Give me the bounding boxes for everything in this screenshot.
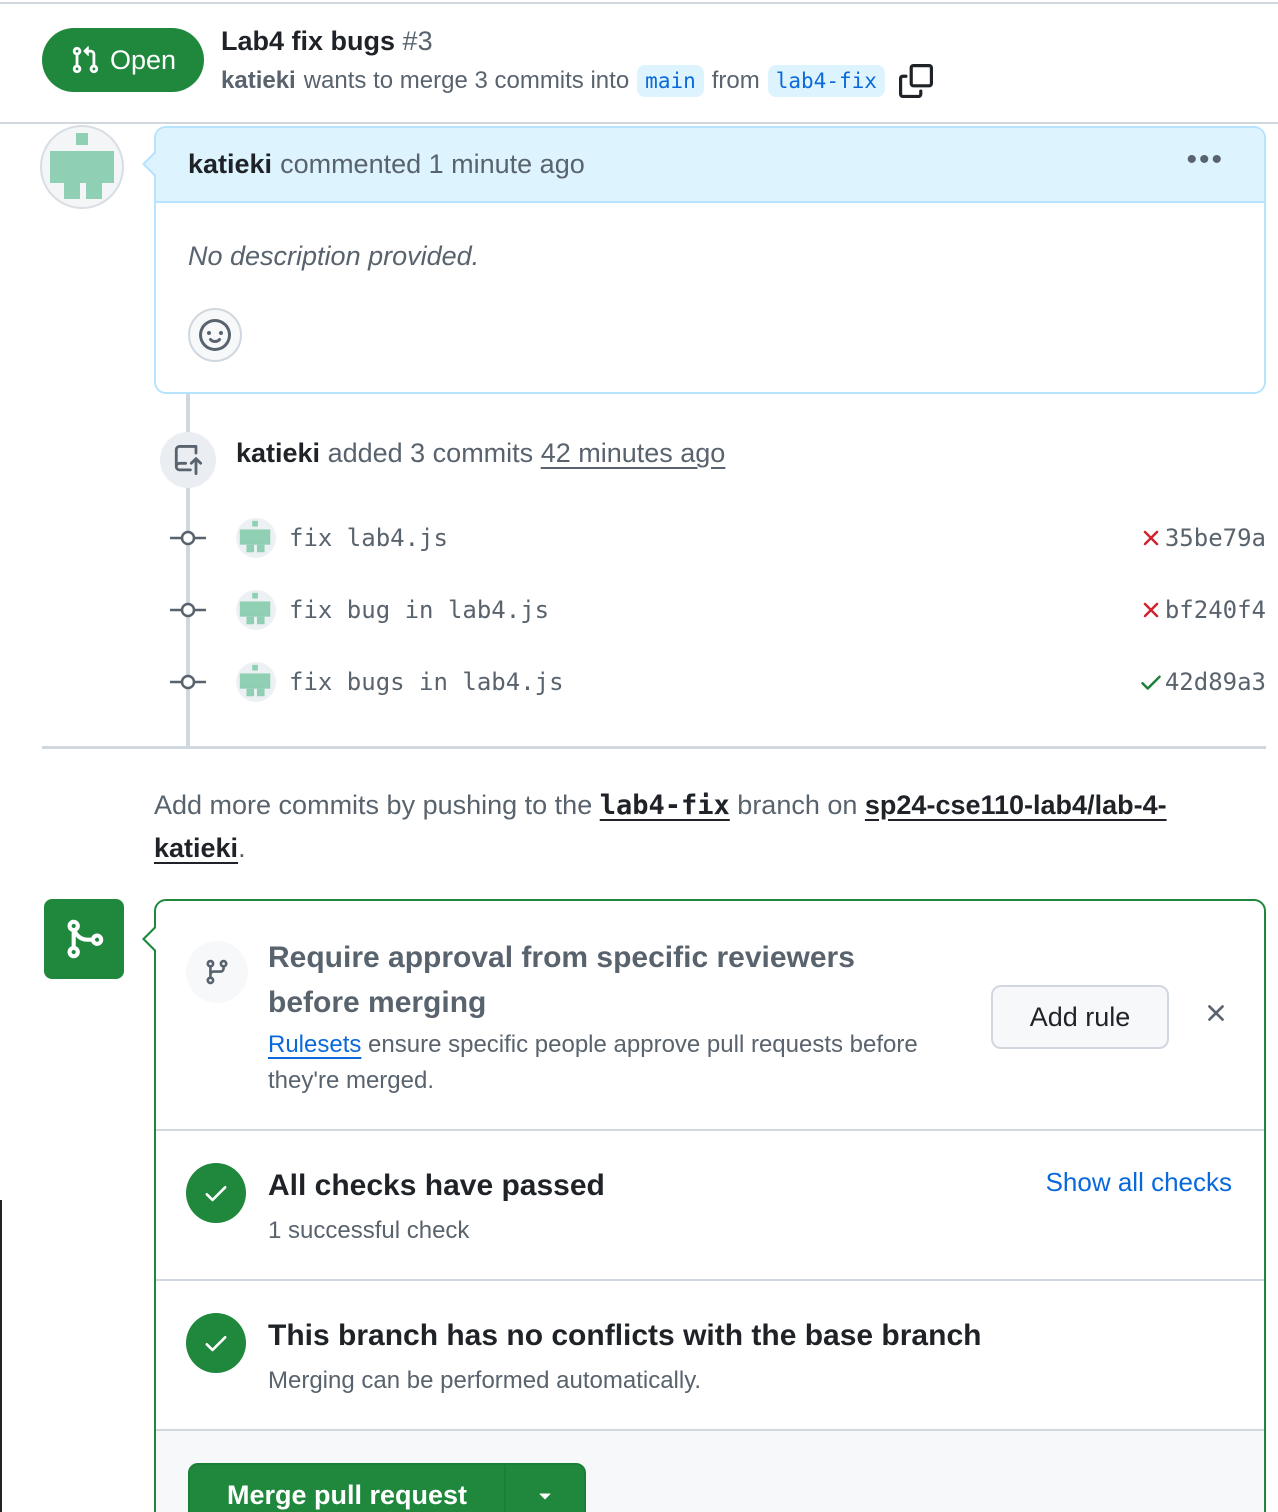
push-event-icon — [160, 432, 216, 488]
pr-state-label: Open — [109, 44, 177, 75]
push-action: added 3 commits — [327, 438, 534, 468]
identicon-icon — [239, 520, 271, 553]
base-branch-tag[interactable]: main — [637, 65, 704, 97]
identicon-icon — [50, 133, 114, 199]
conflicts-title: This branch has no conflicts with the ba… — [268, 1319, 982, 1352]
no-conflicts-icon — [186, 1313, 246, 1373]
git-branch-icon — [206, 959, 228, 985]
repo-push-icon — [174, 445, 203, 475]
git-merge-icon — [67, 919, 104, 959]
ruleset-desc: Rulesets ensure specific people approve … — [268, 1027, 968, 1099]
checks-section: All checks have passed 1 successful chec… — [156, 1131, 1264, 1281]
commit-message-link[interactable]: fix bugs in lab4.js — [289, 668, 564, 696]
rulesets-link[interactable]: Rulesets — [268, 1031, 361, 1058]
checks-title: All checks have passed — [268, 1169, 605, 1202]
merge-box: Require approval from specific reviewers… — [154, 899, 1266, 1512]
commit-message-link[interactable]: fix bug in lab4.js — [289, 596, 549, 624]
pull-request-icon — [72, 46, 99, 74]
comment-author[interactable]: katieki — [188, 149, 272, 180]
hint-branch-link[interactable]: lab4-fix — [600, 790, 730, 821]
merge-method-dropdown[interactable] — [506, 1465, 584, 1512]
pr-number: #3 — [402, 26, 433, 56]
kebab-menu-icon[interactable]: ••• — [1186, 145, 1224, 175]
ruleset-desc-text: ensure specific people approve pull requ… — [268, 1031, 918, 1094]
push-hint: Add more commits by pushing to the lab4-… — [154, 784, 1254, 869]
merge-pointer-inner — [145, 928, 156, 950]
merge-action-section: Merge pull request — [156, 1431, 1264, 1512]
pr-header: Open Lab4 fix bugs #3 katieki wants to m… — [0, 4, 1278, 124]
commit-avatar[interactable] — [236, 590, 276, 630]
pr-author-link[interactable]: katieki — [221, 67, 296, 95]
window-edge — [0, 1200, 2, 1512]
commit-sha-link[interactable]: bf240f4 — [1165, 596, 1266, 624]
comment-action[interactable]: commented 1 minute ago — [280, 149, 585, 180]
commit-message-link[interactable]: fix lab4.js — [289, 524, 448, 552]
from-text: from — [711, 67, 760, 94]
push-author[interactable]: katieki — [236, 438, 320, 468]
push-event-text: katieki added 3 commits 42 minutes ago — [236, 438, 725, 469]
push-time-link[interactable]: 42 minutes ago — [541, 438, 726, 468]
commit-row: fix bug in lab4.js bf240f4 — [160, 580, 1266, 640]
checks-passed-icon — [186, 1163, 246, 1223]
commit-avatar[interactable] — [236, 518, 276, 558]
pr-title: Lab4 fix bugs #3 — [221, 26, 433, 57]
close-icon[interactable] — [1202, 999, 1230, 1027]
commit-sha-link[interactable]: 42d89a3 — [1165, 668, 1266, 696]
smiley-icon — [199, 319, 231, 351]
comment-pointer-inner — [145, 152, 157, 176]
show-all-checks-link[interactable]: Show all checks — [1046, 1167, 1232, 1198]
comment-header: katieki commented 1 minute ago ••• — [156, 128, 1264, 203]
check-icon — [205, 1336, 227, 1352]
success-check-icon[interactable] — [1138, 669, 1164, 695]
check-icon — [205, 1186, 227, 1202]
commit-sha-link[interactable]: 35be79a — [1165, 524, 1266, 552]
pr-state-badge: Open — [42, 28, 204, 92]
pr-merge-info: katieki wants to merge 3 commits into ma… — [221, 64, 933, 98]
triangle-down-icon — [539, 1493, 551, 1500]
identicon-icon — [239, 664, 271, 697]
failure-x-icon[interactable] — [1138, 597, 1164, 623]
merge-pull-request-button[interactable]: Merge pull request — [190, 1465, 506, 1512]
add-rule-button[interactable]: Add rule — [991, 985, 1169, 1049]
failure-x-icon[interactable] — [1138, 525, 1164, 551]
comment-body: No description provided. — [188, 241, 480, 271]
checks-desc: 1 successful check — [268, 1217, 470, 1244]
copy-icon[interactable] — [898, 64, 933, 98]
git-commit-icon — [170, 602, 206, 618]
ruleset-title: Require approval from specific reviewers… — [268, 941, 855, 1019]
identicon-icon — [239, 592, 271, 625]
branch-icon-wrap — [186, 941, 248, 1003]
add-reaction-button[interactable] — [188, 308, 242, 362]
git-commit-icon — [170, 674, 206, 690]
commit-row: fix lab4.js 35be79a — [160, 508, 1266, 568]
timeline-divider — [42, 746, 1266, 749]
avatar[interactable] — [40, 125, 124, 209]
hint-suffix: . — [238, 833, 246, 863]
hint-middle: branch on — [737, 790, 858, 820]
head-branch-tag[interactable]: lab4-fix — [767, 65, 885, 97]
commit-avatar[interactable] — [236, 662, 276, 702]
comment-box: katieki commented 1 minute ago ••• No de… — [154, 126, 1266, 394]
git-commit-icon — [170, 530, 206, 546]
pr-title-text: Lab4 fix bugs — [221, 26, 396, 56]
commit-row: fix bugs in lab4.js 42d89a3 — [160, 652, 1266, 712]
merge-button-group: Merge pull request — [188, 1463, 586, 1512]
conflicts-section: This branch has no conflicts with the ba… — [156, 1281, 1264, 1431]
ruleset-section: Require approval from specific reviewers… — [156, 901, 1264, 1131]
merge-text: wants to merge 3 commits into — [303, 67, 630, 94]
merge-status-icon — [44, 899, 124, 979]
conflicts-desc: Merging can be performed automatically. — [268, 1367, 702, 1394]
hint-prefix: Add more commits by pushing to the — [154, 790, 593, 820]
